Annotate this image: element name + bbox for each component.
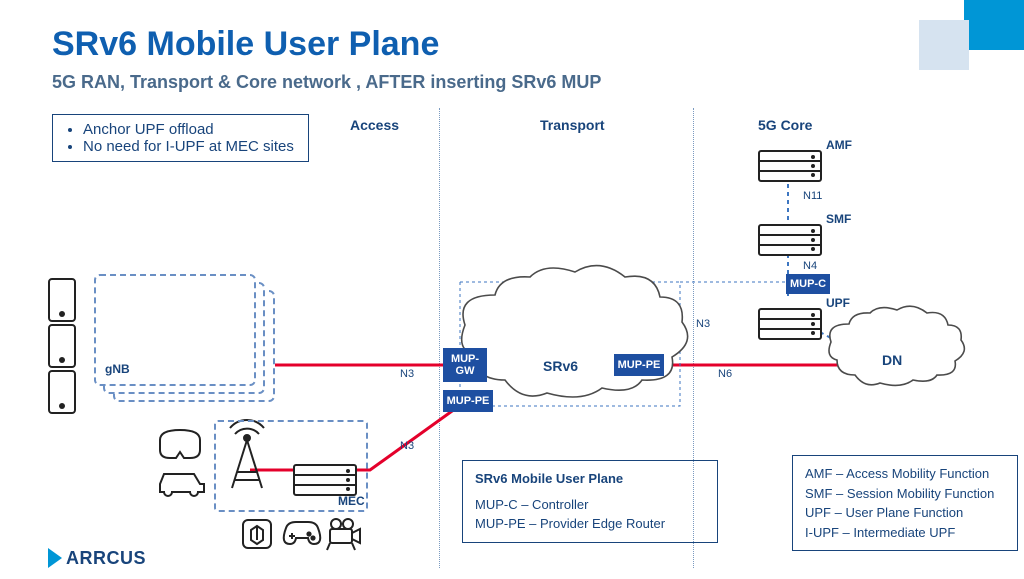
legend-nf: AMF – Access Mobility Function SMF – Ses… (792, 455, 1018, 551)
legend-line: MUP-C – Controller (475, 495, 705, 515)
upf-label: UPF (826, 296, 850, 310)
srv6-label: SRv6 (543, 358, 578, 374)
server-icon (293, 464, 357, 496)
iface-n3: N3 (400, 368, 414, 380)
mec-label: MEC (338, 494, 365, 508)
legend-line: I-UPF – Intermediate UPF (805, 523, 1005, 543)
mup-gw: MUP-GW (443, 348, 487, 382)
gnb-label: gNB (105, 362, 130, 376)
iface-n3: N3 (400, 440, 414, 452)
slide: { "title": "SRv6 Mobile User Plane", "su… (0, 0, 1024, 579)
dn-cloud (829, 306, 964, 385)
legend-srv6-title: SRv6 Mobile User Plane (475, 471, 623, 486)
phone-icon (48, 370, 76, 414)
phone-icon (48, 278, 76, 322)
srv6-cloud (462, 266, 688, 397)
upf-server-icon (758, 308, 822, 340)
amf-label: AMF (826, 138, 852, 152)
iface-n6: N6 (718, 368, 732, 380)
iface-n11: N11 (803, 190, 822, 202)
iface-n3: N3 (696, 318, 710, 330)
amf-server-icon (758, 150, 822, 182)
mup-pe: MUP-PE (614, 354, 664, 376)
legend-line: UPF – User Plane Function (805, 503, 1005, 523)
legend-line: SMF – Session Mobility Function (805, 484, 1005, 504)
phone-icon (48, 324, 76, 368)
legend-line: MUP-PE – Provider Edge Router (475, 514, 705, 534)
dn-label: DN (882, 352, 902, 368)
smf-label: SMF (826, 212, 851, 226)
legend-line: AMF – Access Mobility Function (805, 464, 1005, 484)
smf-server-icon (758, 224, 822, 256)
iface-n4: N4 (803, 260, 817, 272)
legend-srv6: SRv6 Mobile User Plane MUP-C – Controlle… (462, 460, 718, 543)
mup-pe: MUP-PE (443, 390, 493, 412)
brand-logo: ARRCUS (48, 548, 146, 569)
mup-c: MUP-C (786, 274, 830, 294)
